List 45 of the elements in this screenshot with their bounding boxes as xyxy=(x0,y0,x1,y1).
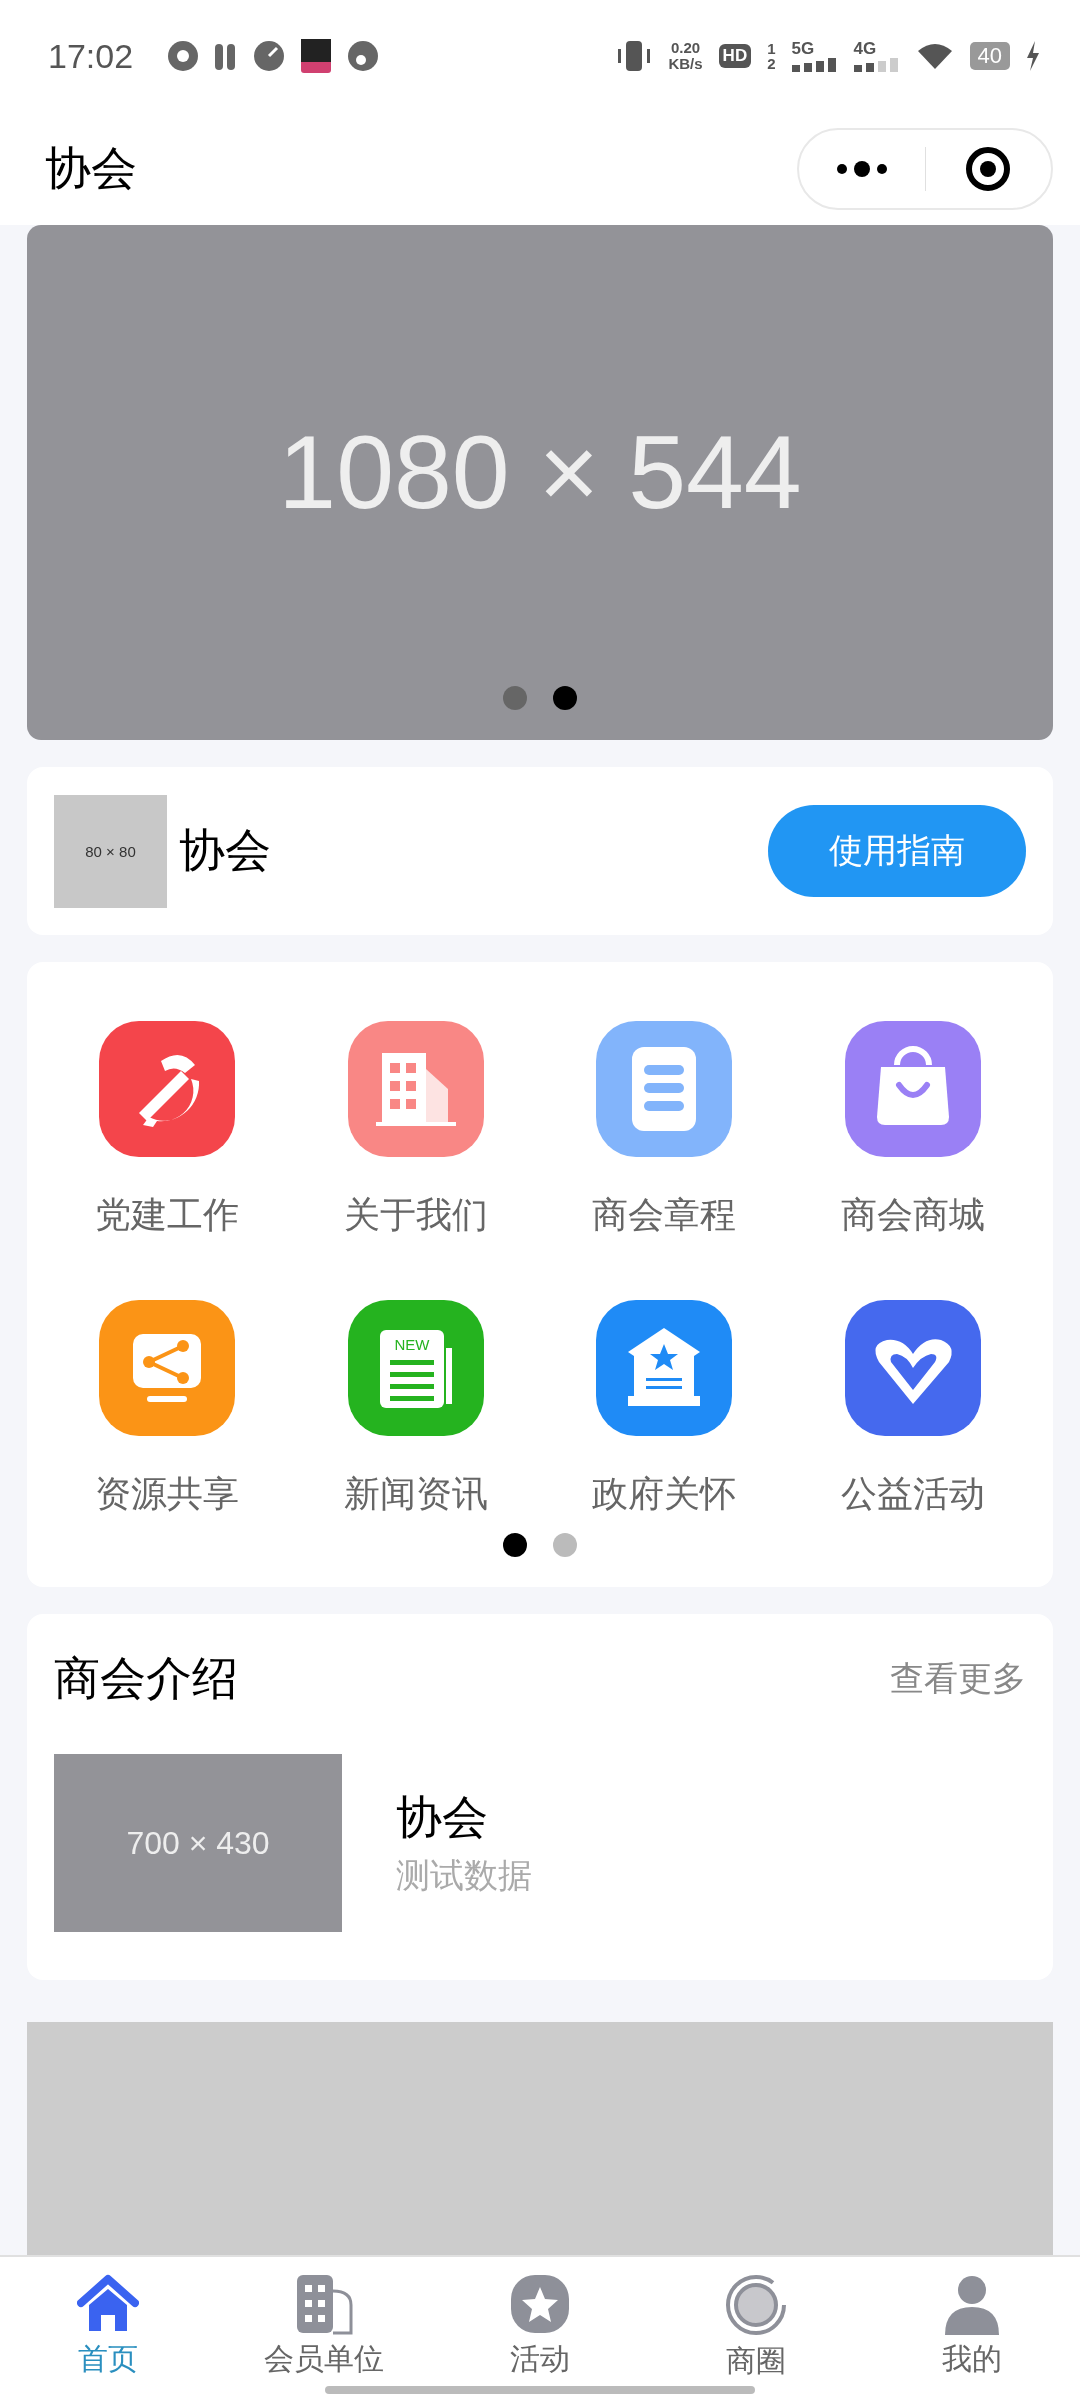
more-link[interactable]: 查看更多 xyxy=(890,1656,1026,1702)
music-app-icon xyxy=(167,40,200,72)
wifi-icon xyxy=(915,41,954,71)
intro-name: 协会 xyxy=(396,1789,489,1846)
hd-badge: HD xyxy=(718,44,752,68)
menu-label[interactable]: 关于我们 xyxy=(343,1191,488,1240)
sim-numbers: 1 2 xyxy=(767,41,776,71)
placeholder-text: 700 × 430 xyxy=(126,1824,270,1862)
document-icon[interactable] xyxy=(596,1021,733,1157)
battery-level: 40 xyxy=(969,42,1010,70)
guide-button[interactable]: 使用指南 xyxy=(768,805,1026,897)
section-title: 商会介绍 xyxy=(54,1650,238,1707)
placeholder-text: 1080 × 544 xyxy=(278,413,802,532)
menu-label[interactable]: 资源共享 xyxy=(95,1470,240,1519)
association-name: 协会 xyxy=(179,822,272,879)
network-speed: 0.20 KB/s xyxy=(668,40,703,72)
menu-label[interactable]: 商会商城 xyxy=(840,1191,985,1240)
share-icon[interactable] xyxy=(99,1300,236,1436)
ring-icon xyxy=(724,2273,788,2337)
signal-icon xyxy=(791,58,838,72)
earbuds-icon xyxy=(215,42,238,70)
government-icon[interactable] xyxy=(596,1300,733,1436)
menu-label[interactable]: 政府关怀 xyxy=(592,1470,737,1519)
tab-item[interactable]: 首页 xyxy=(0,2257,216,2400)
intro-subtitle: 测试数据 xyxy=(396,1854,532,1897)
bag-icon[interactable] xyxy=(844,1021,981,1157)
note-icon xyxy=(347,40,380,72)
placeholder-text: 80 × 80 xyxy=(85,842,136,860)
close-icon[interactable] xyxy=(964,144,1013,193)
tab-item[interactable]: 我的 xyxy=(864,2257,1080,2400)
building-icon[interactable] xyxy=(347,1021,484,1157)
charging-icon xyxy=(1026,41,1040,71)
menu-label[interactable]: 商会章程 xyxy=(592,1191,737,1240)
signal-icon xyxy=(853,58,900,72)
tab-item[interactable]: 商圈 xyxy=(648,2257,864,2400)
network-type: 4G xyxy=(853,40,877,58)
menu-label[interactable]: 新闻资讯 xyxy=(343,1470,488,1519)
gauge-icon xyxy=(253,40,286,72)
menu-label[interactable]: 公益活动 xyxy=(840,1470,985,1519)
menu-label[interactable]: 党建工作 xyxy=(95,1191,240,1240)
status-time: 17:02 xyxy=(48,36,134,76)
page-title: 协会 xyxy=(45,139,138,197)
vibrate-icon xyxy=(616,39,653,73)
app-badge-icon xyxy=(301,39,332,73)
network-type: 5G xyxy=(791,40,815,58)
